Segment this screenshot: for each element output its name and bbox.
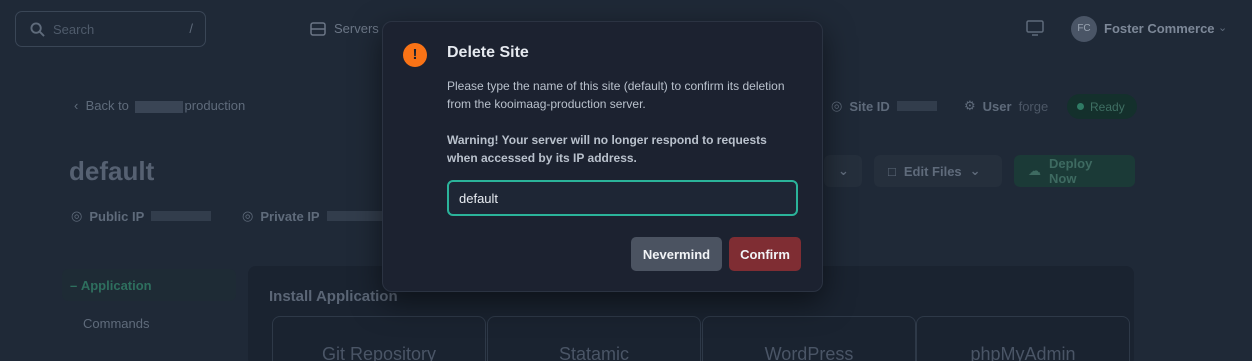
site-id: ◎ Site ID <box>831 98 937 114</box>
site-id-label: Site ID <box>849 98 890 114</box>
avatar[interactable]: FC <box>1071 16 1097 42</box>
back-prefix: Back to <box>85 98 129 113</box>
card-wordpress[interactable]: WordPress <box>702 316 916 361</box>
card-git-repository[interactable]: Git Repository <box>272 316 486 361</box>
sidebar-item-commands[interactable]: Commands <box>83 316 149 331</box>
exclamation-icon: ! <box>403 43 427 67</box>
public-ip: ◎ Public IP <box>71 208 212 224</box>
nevermind-button[interactable]: Nevermind <box>631 237 722 271</box>
dash-icon: – <box>70 278 81 293</box>
chevron-down-icon[interactable]: ⌄ <box>1218 21 1227 34</box>
modal-warning: Warning! Your server will no longer resp… <box>447 133 767 165</box>
modal-title: Delete Site <box>447 44 529 61</box>
card-statamic[interactable]: Statamic <box>487 316 701 361</box>
status-label: Ready <box>1090 99 1125 114</box>
search-icon <box>30 22 45 37</box>
chevron-left-icon: ‹ <box>74 98 86 113</box>
status-dot <box>1077 103 1084 110</box>
monitor-icon[interactable] <box>1026 19 1044 42</box>
redacted-block <box>896 101 937 111</box>
private-ip: ◎ Private IP <box>242 208 387 224</box>
public-ip-label: Public IP <box>89 208 145 224</box>
redacted-block <box>151 211 212 221</box>
modal-description: Please type the name of this site (defau… <box>447 79 785 111</box>
back-link[interactable]: ‹ Back to production <box>74 98 245 113</box>
redacted-block <box>326 211 387 221</box>
edit-files-button[interactable]: □ Edit Files ⌄ <box>874 155 1002 187</box>
search-shortcut: / <box>189 21 193 36</box>
user-value: forge <box>1018 98 1049 114</box>
chevron-down-icon: ⌄ <box>969 163 981 178</box>
gear-icon: ⚙ <box>964 98 976 113</box>
page-title: default <box>69 156 155 186</box>
chevron-down-icon: ⌄ <box>838 163 849 178</box>
search-placeholder: Search <box>53 22 95 37</box>
private-ip-label: Private IP <box>260 208 320 224</box>
deploy-now-label: Deploy Now <box>1049 156 1093 186</box>
cloud-upload-icon: ☁ <box>1028 163 1041 178</box>
site-name-input[interactable] <box>447 180 798 216</box>
nav-servers[interactable]: Servers <box>310 21 379 36</box>
confirm-button[interactable]: Confirm <box>729 237 801 271</box>
delete-site-modal: ! Delete Site Please type the name of th… <box>382 21 823 292</box>
user-info: ⚙ User forge <box>964 98 1048 114</box>
sidebar-item-application[interactable]: – Application <box>62 269 236 301</box>
install-title: Install Application <box>269 288 398 305</box>
file-icon: □ <box>888 163 896 179</box>
deploy-now-button[interactable]: ☁ Deploy Now <box>1014 155 1135 187</box>
globe-icon: ◎ <box>71 208 83 223</box>
redacted-block <box>134 100 183 113</box>
sidebar-active-label: Application <box>80 278 152 293</box>
account-name[interactable]: Foster Commerce <box>1104 21 1215 36</box>
back-suffix: production <box>184 98 246 113</box>
server-icon <box>310 21 326 36</box>
globe-icon: ◎ <box>242 208 254 223</box>
user-label: User <box>982 98 1012 114</box>
dropdown-button[interactable]: ⌄ <box>824 155 862 187</box>
globe-icon: ◎ <box>831 98 843 113</box>
search-box[interactable]: Search / <box>15 11 206 47</box>
status-badge: Ready <box>1067 94 1137 119</box>
edit-files-label: Edit Files <box>903 163 962 179</box>
nav-servers-label: Servers <box>334 21 379 36</box>
card-phpmyadmin[interactable]: phpMyAdmin <box>916 316 1130 361</box>
